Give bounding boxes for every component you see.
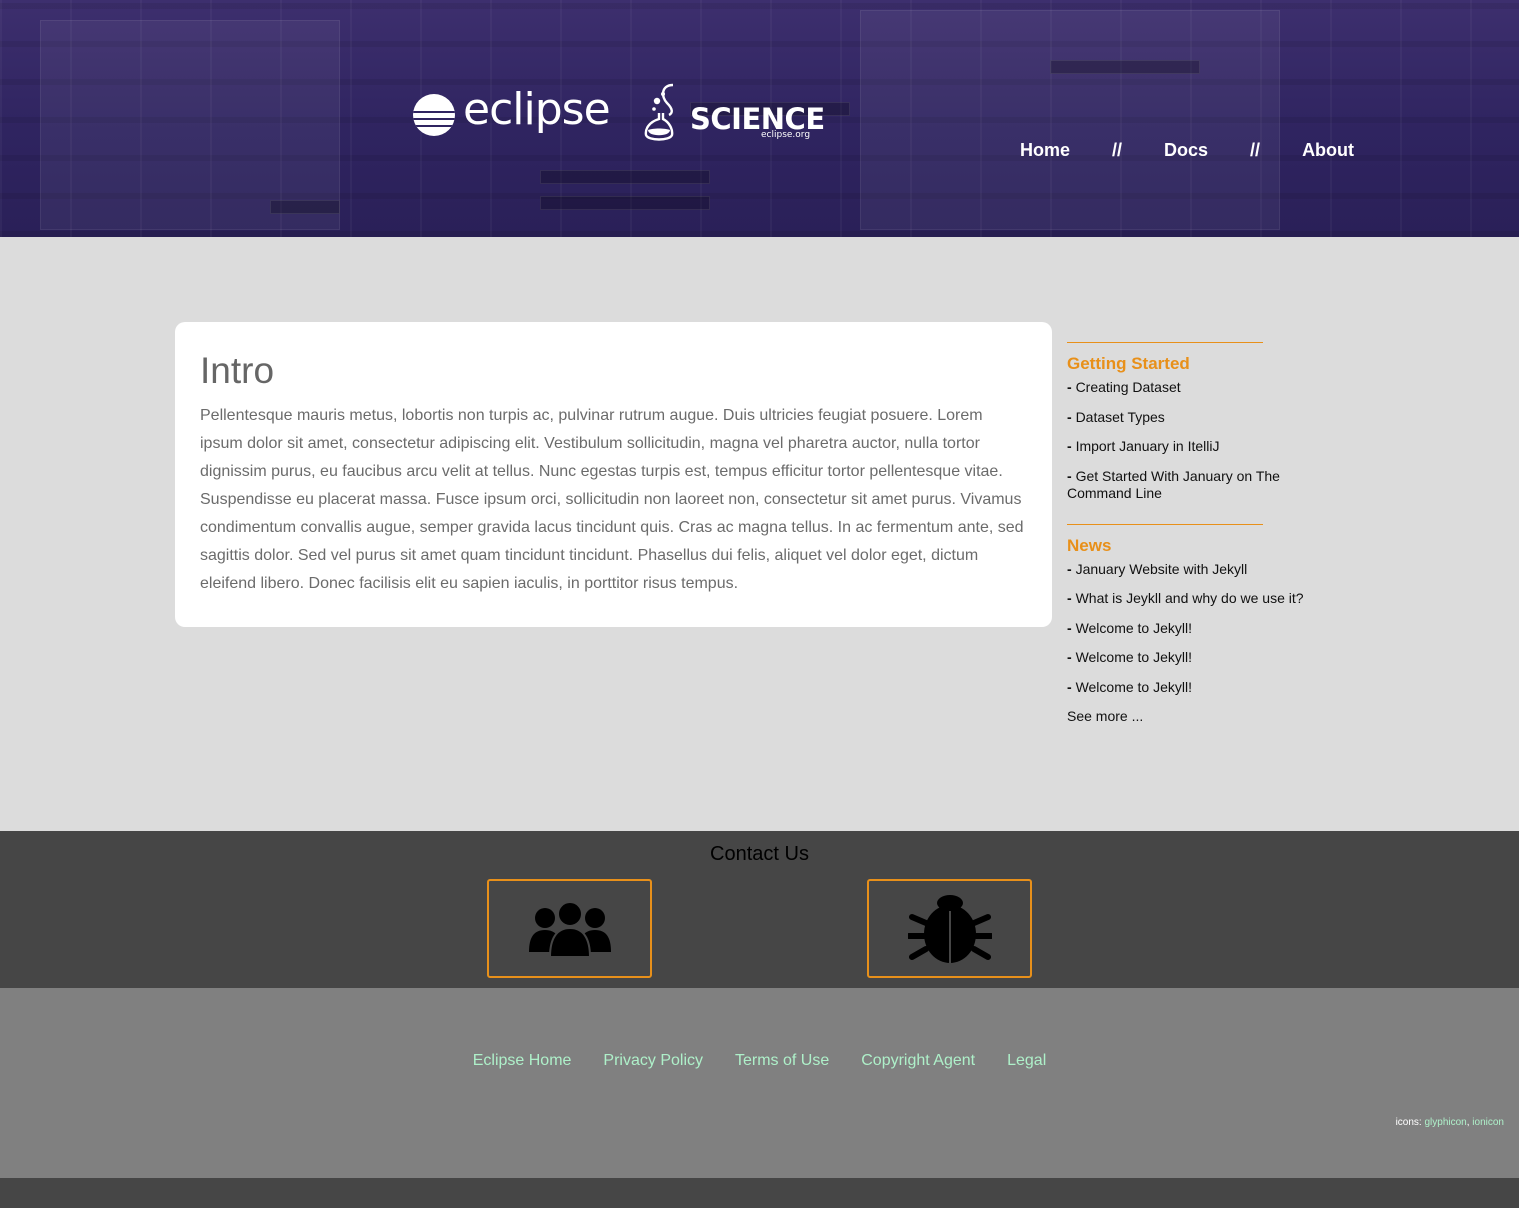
eclipse-logo[interactable]: eclipse [413,84,611,138]
news-item[interactable]: - What is Jeykll and why do we use it? [1067,590,1327,607]
science-logo[interactable]: SCIENCE eclipse.org [643,83,825,145]
report-bug-button[interactable] [867,879,1032,978]
nav-separator: // [1250,140,1261,160]
footer-link-copyright-agent[interactable]: Copyright Agent [861,1052,975,1070]
community-button[interactable] [487,879,652,978]
news-section: News - January Website with Jekyll - Wha… [1067,523,1327,724]
background-decor [270,200,340,214]
news-list: - January Website with Jekyll - What is … [1067,561,1327,696]
contact-heading: Contact Us [710,843,809,865]
background-decor [540,196,710,210]
news-heading: News [1067,535,1112,555]
nav-docs[interactable]: Docs [1164,140,1208,161]
intro-body: Pellentesque mauris metus, lobortis non … [200,407,1024,592]
getting-started-item[interactable]: - Dataset Types [1067,409,1327,426]
getting-started-item[interactable]: - Get Started With January on The Comman… [1067,468,1327,502]
footer-links: Eclipse Home Privacy Policy Terms of Use… [0,1052,1519,1070]
news-item[interactable]: - January Website with Jekyll [1067,561,1327,578]
credit-link-ionicon[interactable]: ionicon [1472,1117,1504,1128]
background-decor [40,20,340,230]
flask-icon [644,83,674,141]
news-item[interactable]: - Welcome to Jekyll! [1067,620,1327,637]
background-decor [540,170,710,184]
section-divider [1067,523,1263,525]
news-item[interactable]: - Welcome to Jekyll! [1067,649,1327,666]
getting-started-heading: Getting Started [1067,354,1190,373]
credit-separator: , [1466,1117,1470,1128]
eclipse-logo-icon [413,94,455,136]
news-item[interactable]: - Welcome to Jekyll! [1067,679,1327,696]
footer: Eclipse Home Privacy Policy Terms of Use… [0,988,1519,1178]
section-divider [1067,342,1263,343]
icon-credits-label: icons: [1395,1117,1422,1128]
main-nav: Home // Docs // About [1020,140,1354,161]
icon-credits: icons: glyphicon, ionicon [1396,1117,1504,1128]
intro-title: Intro [200,350,275,391]
users-icon [528,900,611,957]
intro-card: Intro Pellentesque mauris metus, loborti… [175,322,1052,627]
getting-started-item[interactable]: - Creating Dataset [1067,379,1327,396]
footer-link-privacy-policy[interactable]: Privacy Policy [603,1052,703,1070]
eclipse-logo-text: eclipse [463,84,611,135]
bug-icon [907,894,992,963]
footer-link-eclipse-home[interactable]: Eclipse Home [473,1052,572,1070]
nav-separator: // [1112,140,1123,160]
background-decor [1050,60,1200,74]
getting-started-list: - Creating Dataset - Dataset Types - Imp… [1067,379,1327,502]
contact-section: Contact Us [0,831,1519,988]
footer-link-terms-of-use[interactable]: Terms of Use [735,1052,829,1070]
footer-link-legal[interactable]: Legal [1007,1052,1046,1070]
science-logo-subtext: eclipse.org [761,130,811,140]
background-decor [860,10,1280,230]
see-more-link[interactable]: See more ... [1067,708,1327,724]
nav-about[interactable]: About [1302,140,1354,161]
nav-home[interactable]: Home [1020,140,1070,161]
getting-started-item[interactable]: - Import January in ItelliJ [1067,438,1327,455]
bottom-bar [0,1178,1519,1208]
header: eclipse SCIENCE eclipse.org Home // Docs… [0,0,1519,237]
credit-link-glyphicon[interactable]: glyphicon [1424,1117,1466,1128]
sidebar: Getting Started - Creating Dataset - Dat… [1067,342,1327,724]
